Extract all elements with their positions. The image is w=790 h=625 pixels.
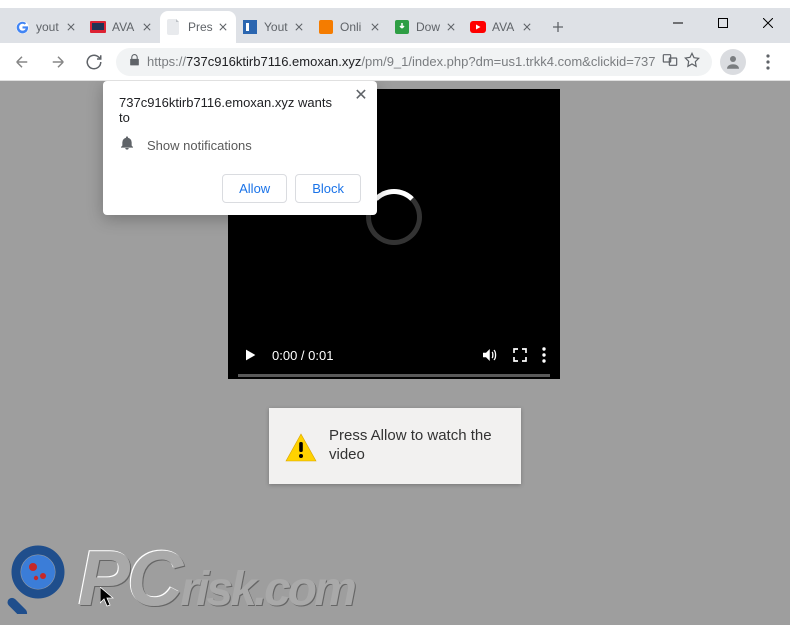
toolbar: https://737c916ktirb7116.emoxan.xyz/pm/9… (0, 43, 790, 81)
address-bar[interactable]: https://737c916ktirb7116.emoxan.xyz/pm/9… (116, 48, 712, 76)
watermark-text: PCrisk.com (78, 533, 354, 624)
page-content: 0:00 / 0:01 Press Allow to watch the vid… (0, 81, 790, 625)
tab[interactable]: yout (8, 11, 84, 43)
close-window-button[interactable] (745, 8, 790, 38)
tab[interactable]: AVA (464, 11, 540, 43)
volume-button[interactable] (480, 346, 498, 364)
fullscreen-button[interactable] (512, 347, 528, 363)
tab-title: AVA (492, 20, 520, 34)
maximize-button[interactable] (700, 8, 745, 38)
block-button[interactable]: Block (295, 174, 361, 203)
tab-title: Pres (188, 20, 216, 34)
reload-button[interactable] (80, 48, 108, 76)
tab-title: Dow (416, 20, 444, 34)
tab[interactable]: Yout (236, 11, 312, 43)
favicon-orange-icon (318, 19, 334, 35)
video-progress[interactable] (238, 374, 550, 377)
minimize-button[interactable] (655, 8, 700, 38)
video-more-button[interactable] (542, 347, 546, 363)
tab-close-icon[interactable] (444, 20, 458, 34)
new-tab-button[interactable] (544, 13, 572, 41)
tab-title: Onli (340, 20, 368, 34)
tab-close-icon[interactable] (216, 20, 230, 34)
profile-avatar[interactable] (720, 49, 746, 75)
prompt-close-button[interactable]: ✕ (351, 85, 371, 105)
tab-close-icon[interactable] (64, 20, 78, 34)
tab-title: yout (36, 20, 64, 34)
tab-strip: yout AVA Pres Yout Onli Dow AVA (0, 8, 790, 43)
video-time: 0:00 / 0:01 (272, 348, 466, 363)
url-text: https://737c916ktirb7116.emoxan.xyz/pm/9… (147, 54, 656, 69)
play-button[interactable] (242, 347, 258, 363)
star-icon[interactable] (684, 52, 700, 71)
tab-title: AVA (112, 20, 140, 34)
message-box: Press Allow to watch the video (269, 408, 521, 484)
chrome-menu-button[interactable] (754, 48, 782, 76)
favicon-google-icon (14, 19, 30, 35)
forward-button[interactable] (44, 48, 72, 76)
notification-prompt: ✕ 737c916ktirb7116.emoxan.xyz wants to S… (103, 81, 377, 215)
translate-icon[interactable] (662, 52, 678, 71)
tab-active[interactable]: Pres (160, 11, 236, 43)
lock-icon (128, 53, 141, 70)
cursor-icon (100, 587, 114, 607)
tab-title: Yout (264, 20, 292, 34)
tab[interactable]: Dow (388, 11, 464, 43)
tab[interactable]: Onli (312, 11, 388, 43)
permission-label: Show notifications (147, 138, 252, 153)
message-text: Press Allow to watch the video (329, 427, 505, 465)
tab-close-icon[interactable] (140, 20, 154, 34)
tab-close-icon[interactable] (368, 20, 382, 34)
tab-close-icon[interactable] (520, 20, 534, 34)
video-controls: 0:00 / 0:01 (228, 331, 560, 379)
allow-button[interactable]: Allow (222, 174, 287, 203)
favicon-blue-icon (242, 19, 258, 35)
tab[interactable]: AVA (84, 11, 160, 43)
back-button[interactable] (8, 48, 36, 76)
prompt-title: 737c916ktirb7116.emoxan.xyz wants to (119, 95, 361, 125)
watermark: PCrisk.com (6, 533, 354, 624)
magnifier-icon (6, 544, 76, 614)
bell-icon (119, 135, 135, 156)
favicon-page-icon (166, 19, 182, 35)
window-controls (655, 8, 790, 38)
favicon-download-icon (394, 19, 410, 35)
favicon-tv-icon (90, 19, 106, 35)
favicon-youtube-icon (470, 19, 486, 35)
warning-icon (285, 433, 315, 460)
tab-close-icon[interactable] (292, 20, 306, 34)
